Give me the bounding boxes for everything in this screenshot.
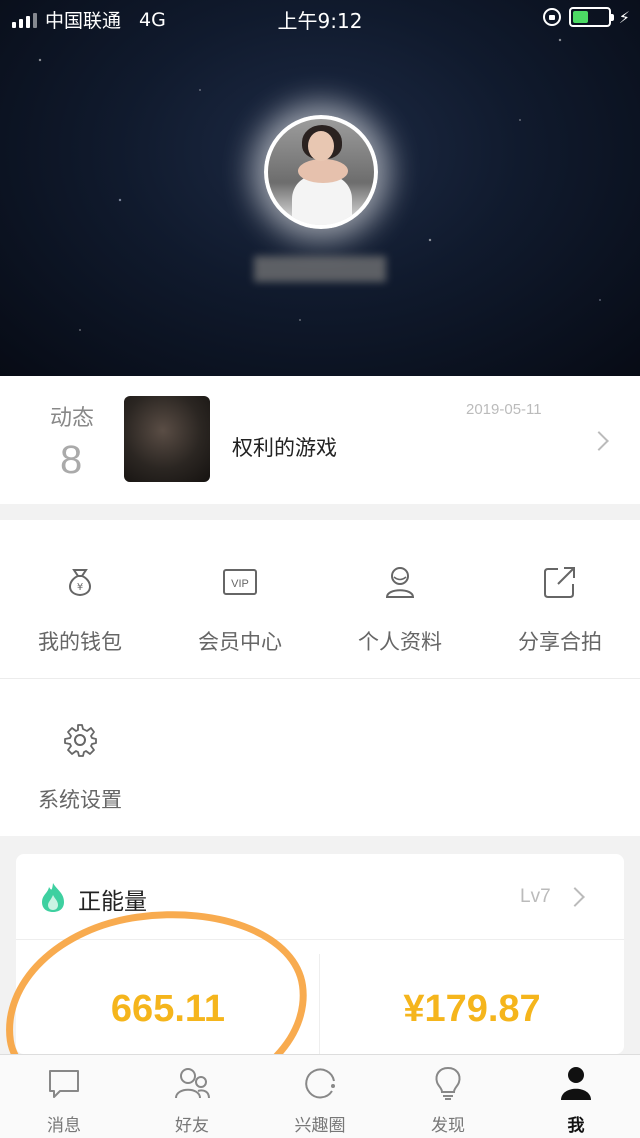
tab-discover[interactable]: 发现 bbox=[384, 1055, 512, 1138]
me-icon bbox=[558, 1065, 594, 1101]
menu-item-label: 个人资料 bbox=[358, 630, 442, 654]
energy-title: 正能量 bbox=[78, 889, 147, 915]
flame-icon bbox=[40, 881, 66, 913]
energy-header[interactable]: 正能量 Lv7 bbox=[16, 854, 624, 940]
menu-item-share[interactable]: 分享合拍 bbox=[480, 520, 640, 678]
profile-header: 中国联通 4G 上午9:12 ⚡ bbox=[0, 0, 640, 376]
avatar[interactable] bbox=[264, 115, 378, 229]
menu-item-vip[interactable]: VIP 会员中心 bbox=[160, 520, 320, 678]
battery-icon bbox=[568, 7, 614, 27]
lightbulb-icon bbox=[430, 1065, 466, 1101]
rotation-lock-icon bbox=[542, 8, 561, 26]
feature-menu: ¥ 我的钱包 VIP 会员中心 个人资料 分享合拍 系统设置 bbox=[0, 520, 640, 836]
vip-icon: VIP bbox=[222, 564, 258, 600]
person-icon bbox=[382, 564, 418, 600]
tab-messages[interactable]: 消息 bbox=[0, 1055, 128, 1138]
dynamic-row[interactable]: 动态 8 权利的游戏 2019-05-11 bbox=[0, 376, 640, 504]
tab-label: 好友 bbox=[175, 1116, 209, 1136]
menu-item-label: 会员中心 bbox=[198, 630, 282, 654]
energy-value[interactable]: 665.11 bbox=[16, 988, 320, 1031]
tab-label: 兴趣圈 bbox=[294, 1116, 346, 1136]
tab-label: 消息 bbox=[47, 1116, 81, 1136]
gear-icon bbox=[62, 722, 98, 758]
menu-item-wallet[interactable]: ¥ 我的钱包 bbox=[0, 520, 160, 678]
tab-label: 发现 bbox=[431, 1116, 465, 1136]
share-icon bbox=[542, 564, 578, 600]
menu-item-label: 分享合拍 bbox=[518, 630, 602, 654]
chevron-right-icon bbox=[589, 431, 609, 451]
dynamic-date: 2019-05-11 bbox=[466, 401, 542, 418]
tab-interest-circle[interactable]: 兴趣圈 bbox=[256, 1055, 384, 1138]
tab-me[interactable]: 我 bbox=[512, 1055, 640, 1138]
menu-item-profile[interactable]: 个人资料 bbox=[320, 520, 480, 678]
tab-label: 我 bbox=[567, 1116, 585, 1136]
dynamic-title: 权利的游戏 bbox=[232, 436, 337, 460]
tab-bar: 消息 好友 兴趣圈 发现 我 bbox=[0, 1054, 640, 1138]
tab-friends[interactable]: 好友 bbox=[128, 1055, 256, 1138]
message-icon bbox=[46, 1065, 82, 1101]
menu-item-settings[interactable]: 系统设置 bbox=[0, 678, 160, 836]
interest-circle-icon bbox=[302, 1065, 338, 1101]
energy-money[interactable]: ¥179.87 bbox=[320, 988, 624, 1031]
dynamic-count: 8 bbox=[60, 438, 83, 482]
menu-item-label: 我的钱包 bbox=[38, 630, 122, 654]
energy-level: Lv7 bbox=[520, 886, 551, 907]
charging-icon: ⚡ bbox=[618, 7, 630, 27]
svg-text:VIP: VIP bbox=[231, 578, 249, 590]
energy-card[interactable]: 正能量 Lv7 665.11 ¥179.87 bbox=[16, 854, 624, 1054]
menu-item-label: 系统设置 bbox=[38, 788, 122, 812]
dynamic-label: 动态 bbox=[50, 406, 95, 431]
username-blurred bbox=[254, 256, 386, 282]
svg-text:¥: ¥ bbox=[77, 582, 83, 593]
money-bag-icon: ¥ bbox=[62, 564, 98, 600]
dynamic-thumbnail[interactable] bbox=[124, 396, 210, 482]
status-bar: 中国联通 4G 上午9:12 ⚡ bbox=[0, 0, 640, 36]
friends-icon bbox=[174, 1065, 210, 1101]
chevron-right-icon bbox=[565, 887, 585, 907]
